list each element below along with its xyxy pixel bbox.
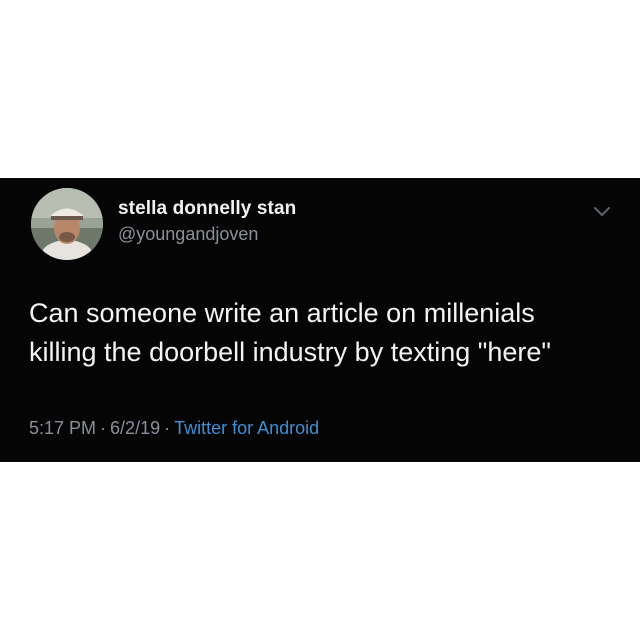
user-handle[interactable]: @youngandjoven [118,224,258,245]
tweet-source-link[interactable]: Twitter for Android [174,418,319,438]
tweet-card: stella donnelly stan @youngandjoven Can … [0,178,640,462]
avatar[interactable] [31,188,103,260]
avatar-photo-icon [31,188,103,260]
tweet-time[interactable]: 5:17 PM [29,418,96,438]
tweet-meta: 5:17 PM · 6/2/19 · Twitter for Android [29,418,319,439]
display-name[interactable]: stella donnelly stan [118,198,296,220]
tweet-date[interactable]: 6/2/19 [110,418,160,438]
meta-separator: · [164,418,171,438]
tweet-text: Can someone write an article on millenia… [29,298,551,367]
meta-separator: · [100,418,107,438]
chevron-down-icon[interactable] [591,200,613,222]
